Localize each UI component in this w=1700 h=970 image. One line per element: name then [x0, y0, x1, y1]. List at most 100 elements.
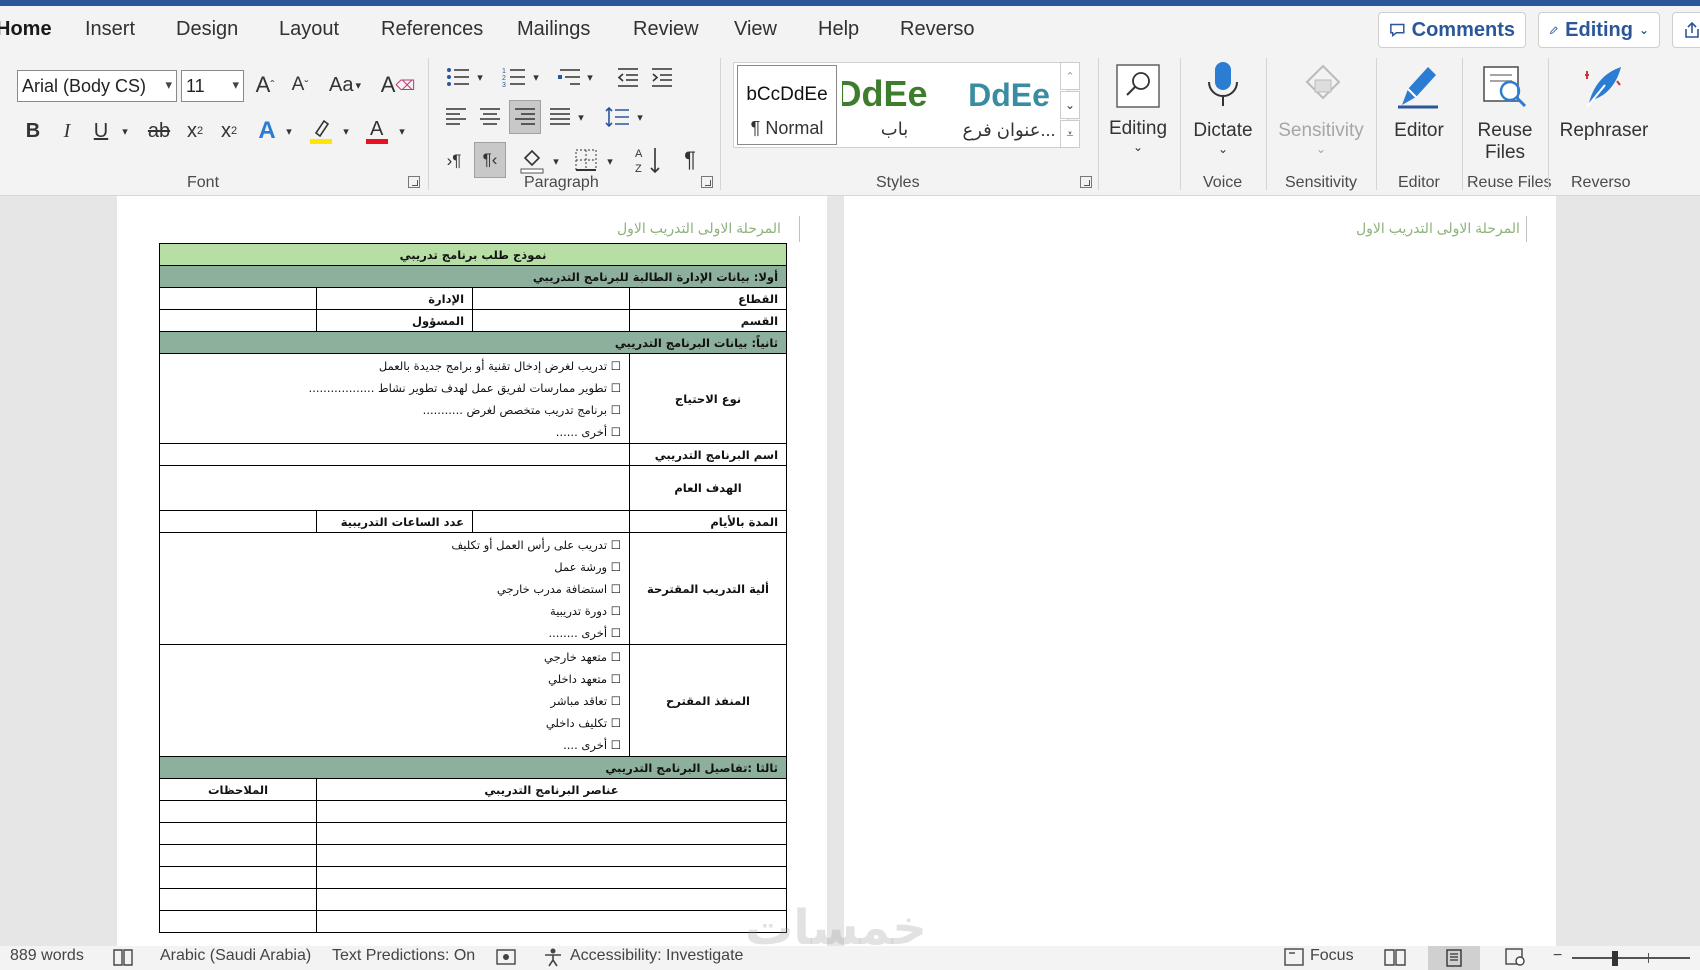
table-row[interactable] — [158, 822, 318, 845]
font-size-combo[interactable]: 11 ▾ — [181, 70, 244, 102]
styles-more-button[interactable]: ⩡ — [1060, 120, 1080, 148]
style-subtitle[interactable]: DdEe عنوان فرع... — [952, 63, 1066, 147]
show-formatting-marks-button[interactable]: ¶ — [676, 142, 704, 178]
reuse-files-button[interactable]: Reuse Files — [1470, 58, 1540, 164]
multilevel-dropdown[interactable]: ▾ — [584, 60, 596, 94]
highlight-button[interactable] — [306, 112, 336, 148]
language-status[interactable]: Arabic (Saudi Arabia) — [160, 947, 311, 965]
implementer-option[interactable]: ☐ متعهد داخلي — [168, 668, 621, 690]
styles-scroll-up[interactable]: ⌃ — [1060, 62, 1080, 90]
implementer-option[interactable]: ☐ تكليف داخلي — [168, 712, 621, 734]
read-mode-icon[interactable] — [1383, 947, 1407, 970]
superscript-button[interactable]: x2 — [216, 114, 242, 148]
page-right[interactable]: المرحلة الاولى التدريب الاول — [844, 196, 1556, 946]
duration-value-cell[interactable] — [472, 510, 631, 533]
table-row[interactable] — [158, 910, 318, 933]
implementer-option[interactable]: ☐ متعهد خارجي — [168, 646, 621, 668]
table-row[interactable] — [316, 822, 788, 845]
hours-value-cell[interactable] — [158, 510, 318, 533]
font-color-dropdown[interactable]: ▾ — [396, 114, 408, 148]
change-case-button[interactable]: Aa ▾ — [323, 68, 367, 102]
tab-home[interactable]: Home — [0, 18, 52, 64]
paragraph-dialog-launcher[interactable] — [701, 176, 713, 188]
decrease-indent-button[interactable] — [614, 60, 642, 94]
line-spacing-dropdown[interactable]: ▾ — [634, 100, 646, 134]
numbering-button[interactable]: 123 — [500, 60, 528, 94]
rtl-paragraph-button[interactable]: ¶‹ — [474, 142, 506, 178]
mechanism-option[interactable]: ☐ أخرى ........ — [168, 622, 622, 644]
strikethrough-button[interactable]: ab — [144, 114, 174, 148]
mechanism-option[interactable]: ☐ ورشة عمل — [168, 556, 621, 578]
word-count[interactable]: 889 words — [10, 947, 84, 965]
underline-button[interactable]: U — [88, 114, 114, 148]
align-center-button[interactable] — [475, 100, 505, 134]
editing-mode-button[interactable]: Editing ⌄ — [1538, 12, 1660, 48]
subscript-button[interactable]: x2 — [182, 114, 208, 148]
tab-review[interactable]: Review — [633, 18, 699, 41]
zoom-slider[interactable] — [1572, 957, 1690, 959]
print-layout-icon[interactable] — [1428, 946, 1480, 970]
responsible-value-cell[interactable] — [158, 309, 318, 332]
mechanism-option[interactable]: ☐ دورة تدريبية — [168, 600, 621, 622]
accessibility-status[interactable]: Accessibility: Investigate — [570, 947, 743, 965]
need-option[interactable]: ☐ تطوير ممارسات لفريق عمل لهدف تطوير نشا… — [168, 377, 621, 399]
underline-dropdown[interactable]: ▾ — [118, 114, 132, 148]
rephraser-button[interactable]: Rephraser — [1556, 58, 1652, 142]
implementer-option[interactable]: ☐ تعاقد مباشر — [168, 690, 621, 712]
line-spacing-button[interactable] — [604, 100, 632, 134]
sensitivity-button[interactable]: Sensitivity ⌄ — [1276, 58, 1366, 156]
department-value-cell[interactable] — [158, 287, 318, 310]
comments-button[interactable]: Comments — [1378, 12, 1526, 48]
share-button[interactable] — [1672, 12, 1700, 48]
division-value-cell[interactable] — [472, 309, 631, 332]
mechanism-option[interactable]: ☐ استضافة مدرب خارجي — [168, 578, 621, 600]
borders-dropdown[interactable]: ▾ — [604, 144, 616, 178]
mechanism-option[interactable]: ☐ تدريب على رأس العمل أو تكليف — [168, 534, 621, 556]
borders-button[interactable] — [572, 142, 600, 178]
web-layout-icon[interactable] — [1504, 947, 1526, 970]
multilevel-list-button[interactable] — [556, 60, 584, 94]
implementer-option[interactable]: ☐ أخرى .... — [168, 734, 621, 756]
align-left-button[interactable] — [441, 100, 471, 134]
table-row[interactable] — [316, 888, 788, 911]
style-heading-bab[interactable]: DdEe باب — [842, 63, 947, 147]
editing-button[interactable]: Editing ⌄ — [1108, 58, 1168, 154]
style-normal[interactable]: bCcDdEe ¶ Normal — [737, 65, 837, 145]
tab-reverso[interactable]: Reverso — [900, 18, 974, 41]
shading-button[interactable] — [518, 142, 546, 178]
font-name-combo[interactable]: Arial (Body CS) ▾ — [17, 70, 177, 102]
need-option[interactable]: ☐ تدريب لغرض إدخال تقنية أو برامج جديدة … — [168, 355, 621, 377]
tab-design[interactable]: Design — [176, 18, 238, 41]
bold-button[interactable]: B — [20, 114, 46, 148]
shrink-font-button[interactable]: Aˇ — [285, 68, 315, 102]
document-workspace[interactable]: المرحلة الاولى التدريب الاول المرحلة الا… — [0, 196, 1700, 946]
focus-icon[interactable] — [1283, 947, 1305, 970]
table-row[interactable] — [316, 910, 788, 933]
sector-value-cell[interactable] — [472, 287, 631, 310]
macro-recorder-icon[interactable] — [495, 947, 517, 970]
need-option[interactable]: ☐ برنامج تدريب متخصص لغرض ........... — [168, 399, 621, 421]
table-row[interactable] — [316, 800, 788, 823]
sort-button[interactable]: AZ — [634, 142, 664, 178]
tab-insert[interactable]: Insert — [85, 18, 135, 41]
tab-mailings[interactable]: Mailings — [517, 18, 590, 41]
text-effects-dropdown[interactable]: ▾ — [283, 114, 295, 148]
tab-help[interactable]: Help — [818, 18, 859, 41]
styles-dialog-launcher[interactable] — [1080, 176, 1092, 188]
zoom-out-button[interactable]: − — [1553, 947, 1562, 965]
clear-formatting-button[interactable]: A ⌫ — [381, 68, 415, 102]
dictate-button[interactable]: Dictate ⌄ — [1190, 58, 1256, 156]
table-row[interactable] — [316, 844, 788, 867]
table-row[interactable] — [158, 888, 318, 911]
justify-button[interactable] — [545, 100, 575, 134]
numbering-dropdown[interactable]: ▾ — [530, 60, 542, 94]
proofing-book-icon[interactable] — [112, 947, 134, 970]
zoom-slider-thumb[interactable] — [1612, 951, 1618, 966]
focus-button[interactable]: Focus — [1310, 947, 1354, 965]
need-option[interactable]: ☐ أخرى ...... — [168, 421, 621, 443]
highlight-dropdown[interactable]: ▾ — [340, 114, 352, 148]
table-row[interactable] — [158, 866, 318, 889]
styles-scroll-down[interactable]: ⌄ — [1060, 91, 1080, 119]
accessibility-icon[interactable] — [542, 947, 564, 970]
tab-layout[interactable]: Layout — [279, 18, 339, 41]
